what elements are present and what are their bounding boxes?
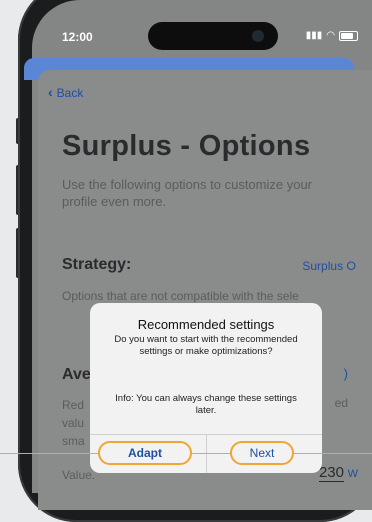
status-time: 12:00 [62,30,93,44]
status-bar: 12:00 ▮▮▮ ◠ [32,0,372,62]
status-icons: ▮▮▮ ◠ [306,30,358,41]
dialog-info: Info: You can always change these settin… [115,393,297,416]
back-button[interactable]: ‹ Back [48,84,83,100]
value-unit: W [347,468,358,480]
wifi-icon: ◠ [326,30,335,41]
dialog-message: Do you want to start with the recommende… [114,334,298,357]
average-paren: ) [343,366,348,381]
value-input[interactable]: 230 [318,464,344,482]
camera-icon [252,30,264,42]
dynamic-island [148,22,278,50]
dialog-title: Recommended settings [137,317,275,332]
next-button[interactable]: Next [230,441,294,465]
signal-icon: ▮▮▮ [305,30,323,41]
back-label: Back [56,86,84,100]
value-label: Value. [62,468,96,482]
adapt-button[interactable]: Adapt [98,441,192,465]
page-title: Surplus - Options [62,130,311,162]
strategy-picker[interactable]: Surplus ⭘ [302,259,356,274]
page-subtitle: Use the following options to customize y… [62,177,313,209]
reduced-right-text: ed [334,396,348,410]
average-label: Ave [62,366,91,383]
strategy-label: Strategy: [62,256,132,273]
battery-icon [339,30,358,41]
chevron-left-icon: ‹ [48,84,53,100]
